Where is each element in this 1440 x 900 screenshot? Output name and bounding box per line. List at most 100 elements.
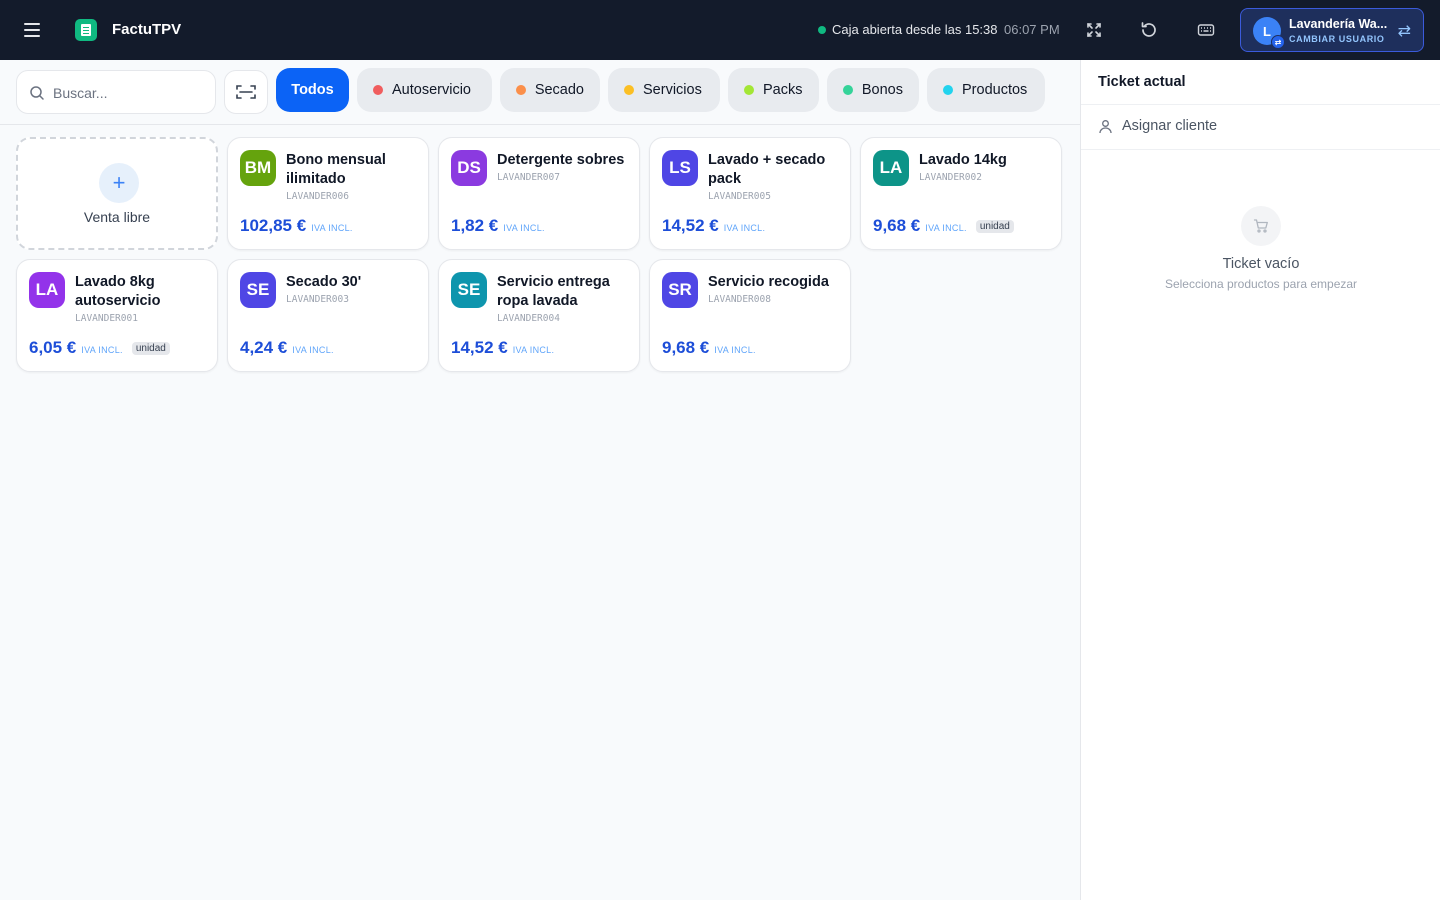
category-tab-packs[interactable]: Packs xyxy=(728,68,819,112)
product-sku: LAVANDER002 xyxy=(919,172,982,183)
category-tab-autoservicio[interactable]: Autoservicio xyxy=(357,68,492,112)
free-sale-label: Venta libre xyxy=(83,209,151,225)
ticket-panel: Ticket actual Asignar cliente Ticket vac… xyxy=(1080,60,1440,900)
product-sku: LAVANDER007 xyxy=(497,172,560,183)
change-user-label: CAMBIAR USUARIO xyxy=(1289,34,1385,44)
product-price: 9,68 € xyxy=(662,338,710,357)
product-name: Lavado 14kg xyxy=(919,152,1007,168)
ticket-title: Ticket actual xyxy=(1098,74,1186,90)
category-label: Servicios xyxy=(643,82,702,98)
price-row: 4,24 € IVA INCL. xyxy=(240,338,334,358)
product-sku: LAVANDER003 xyxy=(286,294,349,305)
app-title: FactuTPV xyxy=(112,21,182,38)
category-color-dot-icon xyxy=(373,85,383,95)
product-price: 9,68 € xyxy=(873,216,921,235)
status-dot-icon xyxy=(818,25,826,34)
category-color-dot-icon xyxy=(744,85,754,95)
unit-badge: unidad xyxy=(131,341,170,355)
avatar: L ⇄ xyxy=(1253,17,1285,49)
divider xyxy=(0,124,1080,125)
barcode-scan-button[interactable] xyxy=(224,70,268,114)
tax-label: IVA INCL. xyxy=(714,345,756,355)
category-tab-servicios[interactable]: Servicios xyxy=(608,68,720,112)
price-row: 9,68 € IVA INCL. unidad xyxy=(873,216,1014,236)
category-label: Todos xyxy=(291,82,334,98)
product-price: 6,05 € xyxy=(29,338,77,357)
product-avatar: BM xyxy=(240,150,276,186)
top-bar: FactuTPV Caja abierta desde las 15:38 06… xyxy=(0,0,1440,60)
user-icon xyxy=(1099,119,1112,133)
category-color-dot-icon xyxy=(943,85,953,95)
search-input[interactable] xyxy=(53,81,203,105)
product-name: Detergente sobres xyxy=(497,152,625,168)
product-name: Bono mensual ilimitado xyxy=(286,152,386,187)
product-avatar: SE xyxy=(451,272,487,308)
user-name: Lavandería Wa... xyxy=(1289,17,1388,31)
empty-ticket-title: Ticket vacío xyxy=(1222,256,1300,272)
product-card[interactable]: BM Bono mensual ilimitado LAVANDER006 102,8… xyxy=(227,137,429,250)
category-label: Bonos xyxy=(861,82,903,98)
category-label: Productos xyxy=(962,82,1028,98)
user-switcher[interactable]: L ⇄ Lavandería Wa... CAMBIAR USUARIO ⇄ xyxy=(1240,8,1424,52)
product-card[interactable]: SR Servicio recogida LAVANDER008 9,68 € IVA … xyxy=(649,259,851,372)
category-label: Autoservicio xyxy=(392,82,471,98)
product-card[interactable]: LA Lavado 8kg autoservicio LAVANDER001 6,05… xyxy=(16,259,218,372)
empty-ticket-subtitle: Selecciona productos para empezar xyxy=(1164,277,1358,291)
tax-label: IVA INCL. xyxy=(723,223,766,233)
product-avatar: LA xyxy=(29,272,65,308)
product-name: Servicio entrega ropa lavada xyxy=(497,274,610,309)
divider xyxy=(1081,104,1440,105)
product-price: 1,82 € xyxy=(451,216,499,235)
product-name: Lavado 8kg autoservicio xyxy=(75,274,161,309)
product-card[interactable]: DS Detergente sobres LAVANDER007 1,82 € IVA … xyxy=(438,137,640,250)
product-sku: LAVANDER008 xyxy=(708,294,771,305)
barcode-scan-icon xyxy=(236,85,256,99)
product-card[interactable]: SE Servicio entrega ropa lavada LAVANDER00… xyxy=(438,259,640,372)
plus-icon: + xyxy=(99,163,139,203)
category-tab-todos[interactable]: Todos xyxy=(276,68,349,112)
category-label: Secado xyxy=(534,82,584,98)
price-row: 9,68 € IVA INCL. xyxy=(662,338,756,358)
free-sale-card[interactable]: + Venta libre xyxy=(16,137,218,250)
product-name: Servicio recogida xyxy=(708,274,829,290)
search-icon xyxy=(30,86,44,100)
price-row: 14,52 € IVA INCL. xyxy=(662,216,765,236)
category-tab-secado[interactable]: Secado xyxy=(500,68,600,112)
app-logo-icon xyxy=(75,19,97,41)
caja-status-text: Caja abierta desde las 15:38 xyxy=(832,22,998,37)
clock: 06:07 PM xyxy=(1004,22,1060,37)
tax-label: IVA INCL. xyxy=(925,223,967,233)
keyboard-icon[interactable] xyxy=(1194,18,1218,42)
product-sku: LAVANDER004 xyxy=(497,313,560,324)
tax-label: IVA INCL. xyxy=(292,345,334,355)
product-price: 14,52 € xyxy=(662,216,719,235)
product-price: 4,24 € xyxy=(240,338,288,357)
tax-label: IVA INCL. xyxy=(81,345,123,355)
unit-badge: unidad xyxy=(975,219,1014,233)
product-sku: LAVANDER006 xyxy=(286,191,349,202)
product-sku: LAVANDER001 xyxy=(75,313,138,324)
search-box[interactable] xyxy=(16,70,216,114)
product-card[interactable]: LS Lavado + secado pack LAVANDER005 14,52 €… xyxy=(649,137,851,250)
category-tab-productos[interactable]: Productos xyxy=(927,68,1045,112)
product-card[interactable]: SE Secado 30' LAVANDER003 4,24 € IVA INCL. xyxy=(227,259,429,372)
price-row: 6,05 € IVA INCL. unidad xyxy=(29,338,170,358)
assign-client-button[interactable]: Asignar cliente xyxy=(1098,118,1217,134)
category-color-dot-icon xyxy=(624,85,634,95)
category-tab-bonos[interactable]: Bonos xyxy=(827,68,919,112)
product-price: 102,85 € xyxy=(240,216,307,235)
category-color-dot-icon xyxy=(843,85,853,95)
product-avatar: LS xyxy=(662,150,698,186)
product-sku: LAVANDER005 xyxy=(708,191,771,202)
swap-icon: ⇄ xyxy=(1271,35,1285,49)
product-avatar: LA xyxy=(873,150,909,186)
category-label: Packs xyxy=(763,82,803,98)
product-name: Secado 30' xyxy=(286,274,362,290)
category-color-dot-icon xyxy=(516,85,526,95)
fullscreen-icon[interactable] xyxy=(1082,18,1106,42)
product-card[interactable]: LA Lavado 14kg LAVANDER002 9,68 € IVA INCL. u… xyxy=(860,137,1062,250)
hamburger-icon[interactable] xyxy=(24,18,52,42)
refresh-icon[interactable] xyxy=(1137,18,1161,42)
divider xyxy=(1081,149,1440,150)
tax-label: IVA INCL. xyxy=(311,223,353,233)
